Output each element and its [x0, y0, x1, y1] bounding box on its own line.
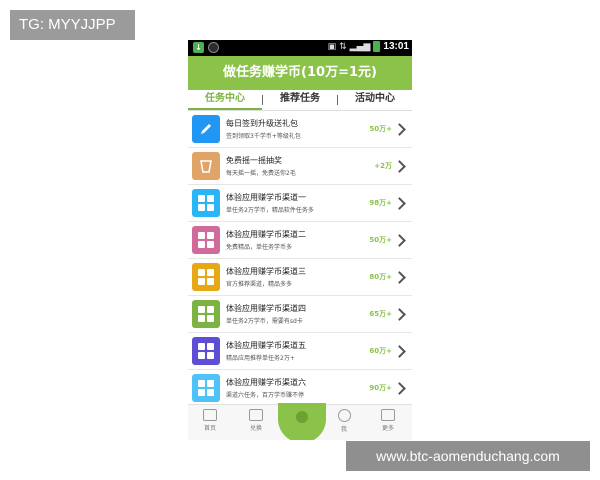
task-title: 每日签到升级送礼包 [226, 119, 298, 128]
task-title: 体验应用赚学币渠道六 [226, 378, 306, 387]
nav-home[interactable]: 首页 [190, 409, 230, 432]
task-reward: 50万+ [369, 125, 392, 133]
status-bar: ↓ ▣ ⇅ ▂▄▆ 13:01 [188, 40, 412, 56]
task-subtitle: 精品应用推荐单任务2万+ [226, 355, 295, 362]
nav-exchange[interactable]: 兑换 [236, 409, 276, 432]
task-subtitle: 渠道六任务，百万学币赚不停 [226, 392, 305, 399]
cup-icon [192, 152, 220, 180]
footer-url-banner: www.btc-aomenduchang.com [346, 441, 590, 471]
chevron-right-icon [393, 122, 406, 136]
task-reward: 98万+ [369, 199, 392, 207]
app-grid-icon [192, 263, 220, 291]
bottom-nav: 首页 兑换 我 更多 [188, 403, 412, 440]
more-icon [381, 409, 395, 421]
tab-recommended[interactable]: 推荐任务 [263, 90, 337, 110]
task-reward: 90万+ [369, 384, 392, 392]
app-grid-icon [192, 337, 220, 365]
clock: 13:01 [383, 41, 409, 52]
app-grid-icon [192, 189, 220, 217]
task-subtitle: 每天摇一摇，免费送你2毛 [226, 170, 296, 177]
task-subtitle: 单任务2万学币，精品软件任务多 [226, 207, 314, 214]
nav-more[interactable]: 更多 [368, 409, 408, 432]
center-action-icon [296, 411, 308, 423]
chevron-right-icon [393, 196, 406, 210]
task-row-channel-4[interactable]: 体验应用赚学币渠道四 单任务2万学币，需要有sd卡 65万+ [188, 296, 412, 333]
task-title: 体验应用赚学币渠道四 [226, 304, 306, 313]
app-grid-icon [192, 226, 220, 254]
task-reward: 80万+ [369, 273, 392, 281]
phone-screen: ↓ ▣ ⇅ ▂▄▆ 13:01 做任务赚学币(10万=1元) 任务中心 推荐任务… [188, 40, 412, 440]
task-row-channel-3[interactable]: 体验应用赚学币渠道三 官方推荐渠道，精品多多 80万+ [188, 259, 412, 296]
user-icon [337, 409, 351, 422]
nav-label: 更多 [381, 425, 394, 432]
chevron-right-icon [393, 159, 406, 173]
chevron-right-icon [393, 344, 406, 358]
pencil-icon [192, 115, 220, 143]
task-title: 体验应用赚学币渠道五 [226, 341, 306, 350]
task-row-shake[interactable]: 免费摇一摇抽奖 每天摇一摇，免费送你2毛 +2万 [188, 148, 412, 185]
chevron-right-icon [393, 307, 406, 321]
qq-icon [208, 42, 219, 53]
task-reward: 60万+ [369, 347, 392, 355]
task-list: 每日签到升级送礼包 签到领取3千学币+等级礼包 50万+ 免费摇一摇抽奖 每天摇… [188, 111, 412, 407]
task-subtitle: 官方推荐渠道，精品多多 [226, 281, 293, 288]
task-title: 体验应用赚学币渠道一 [226, 193, 306, 202]
app-grid-icon [192, 300, 220, 328]
task-subtitle: 免费精品，单任务学币多 [226, 244, 293, 251]
chevron-right-icon [393, 270, 406, 284]
chevron-right-icon [393, 381, 406, 395]
task-title: 免费摇一摇抽奖 [226, 156, 282, 165]
task-reward: 50万+ [369, 236, 392, 244]
page-title: 做任务赚学币(10万=1元) [188, 56, 412, 90]
chevron-right-icon [393, 233, 406, 247]
signal-icon: ▂▄▆ [349, 41, 371, 52]
tab-events[interactable]: 活动中心 [338, 90, 412, 110]
download-icon: ↓ [193, 42, 204, 53]
task-subtitle: 单任务2万学币，需要有sd卡 [226, 318, 303, 325]
nav-label: 我 [340, 426, 347, 433]
gift-icon [249, 409, 263, 421]
task-subtitle: 签到领取3千学币+等级礼包 [226, 133, 301, 140]
nav-label: 兑换 [249, 425, 262, 432]
task-reward: 65万+ [369, 310, 392, 318]
task-row-channel-2[interactable]: 体验应用赚学币渠道二 免费精品，单任务学币多 50万+ [188, 222, 412, 259]
task-title: 体验应用赚学币渠道二 [226, 230, 306, 239]
task-row-channel-1[interactable]: 体验应用赚学币渠道一 单任务2万学币，精品软件任务多 98万+ [188, 185, 412, 222]
watermark-tag: TG: MYYJJPP [10, 10, 135, 40]
tab-task-center[interactable]: 任务中心 [188, 90, 262, 110]
task-row-channel-6[interactable]: 体验应用赚学币渠道六 渠道六任务，百万学币赚不停 90万+ [188, 370, 412, 407]
task-row-checkin[interactable]: 每日签到升级送礼包 签到领取3千学币+等级礼包 50万+ [188, 111, 412, 148]
app-grid-icon [192, 374, 220, 402]
tab-bar: 任务中心 推荐任务 活动中心 [188, 90, 412, 111]
battery-icon [373, 41, 381, 52]
task-title: 体验应用赚学币渠道三 [226, 267, 306, 276]
task-row-channel-5[interactable]: 体验应用赚学币渠道五 精品应用推荐单任务2万+ 60万+ [188, 333, 412, 370]
task-reward: +2万 [374, 162, 392, 170]
media-icon: ▣ [327, 41, 337, 52]
home-icon [203, 409, 217, 421]
data-transfer-icon: ⇅ [339, 41, 347, 52]
nav-label: 首页 [203, 425, 216, 432]
center-action-button[interactable] [278, 403, 326, 440]
nav-me[interactable]: 我 [324, 409, 364, 433]
